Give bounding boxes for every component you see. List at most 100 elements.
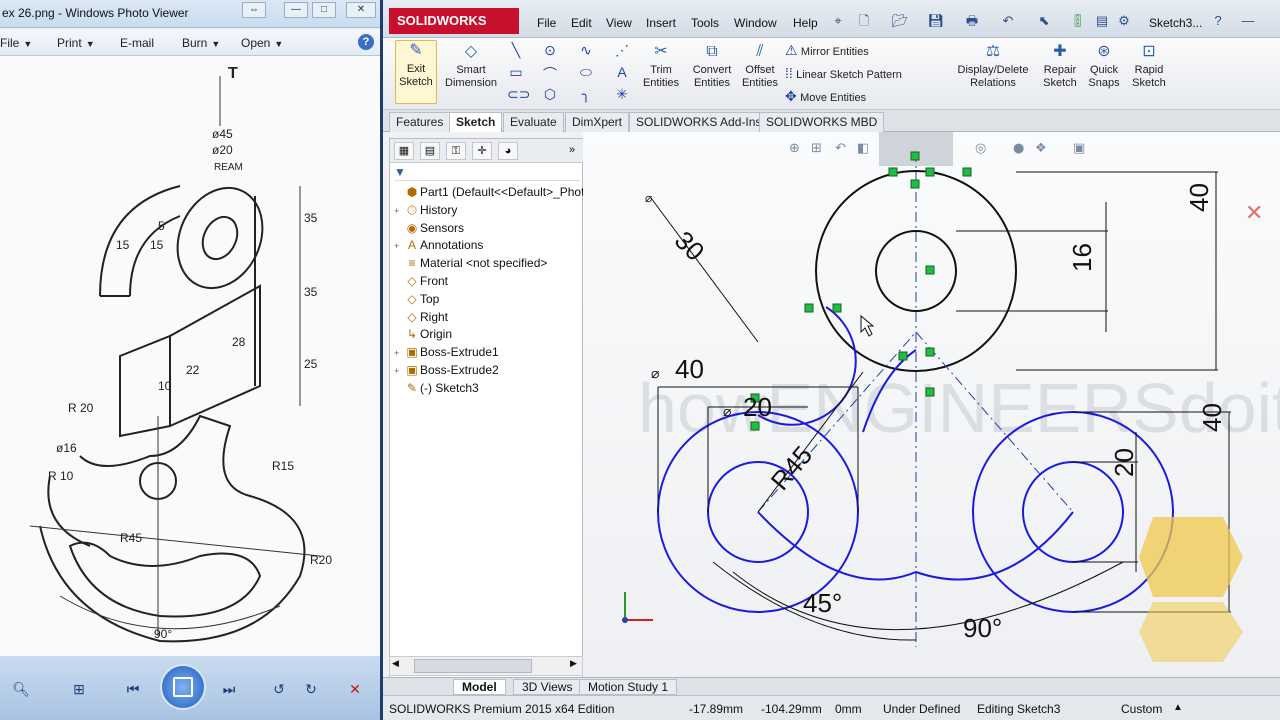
expand-icon[interactable]: +	[394, 348, 404, 358]
tree-item[interactable]: ◉ Sensors	[394, 221, 464, 239]
relation-marker[interactable]	[925, 347, 935, 357]
tab-motion-study[interactable]: Motion Study 1	[579, 679, 678, 695]
options-icon[interactable]: ⚙	[1115, 12, 1133, 30]
circle-icon[interactable]: ⊙	[541, 42, 559, 59]
tab-sketch[interactable]: Sketch	[449, 112, 503, 132]
previous-icon[interactable]: ⏮	[120, 676, 146, 702]
pin-icon[interactable]: ⌖	[829, 12, 847, 30]
slot-icon[interactable]: ⊂⊃	[507, 86, 530, 103]
maximize-button[interactable]: □	[312, 2, 336, 18]
tab-evaluate[interactable]: Evaluate	[503, 112, 564, 132]
graphics-area[interactable]: howENGINEERSdoit! ⊕ ⊞ ↶ ◧ ◎ ● ❖ ▣ ⌀ 30 ⌀…	[583, 132, 1280, 677]
appearance-icon[interactable]: ●	[1013, 141, 1024, 156]
tab-mbd[interactable]: SOLIDWORKS MBD	[759, 112, 885, 132]
dimension-phi40-top[interactable]: 40	[1184, 183, 1214, 212]
sketch-canvas[interactable]: howENGINEERSdoit! ⊕ ⊞ ↶ ◧ ◎ ● ❖ ▣ ⌀ 30 ⌀…	[583, 132, 1280, 677]
zoom-to-fit-icon[interactable]: ⊕	[789, 141, 800, 156]
menu-open[interactable]: Open ▼	[241, 36, 283, 50]
tree-item[interactable]: + 🕓︎ History	[394, 203, 457, 221]
relation-marker[interactable]	[910, 179, 920, 189]
expand-icon[interactable]: +	[394, 366, 404, 376]
mirror-entities-button[interactable]: ⚠ Mirror Entities	[785, 42, 869, 59]
menu-insert[interactable]: Insert	[646, 16, 676, 30]
cancel-sketch-icon[interactable]: ✕	[1245, 200, 1263, 225]
lower-connecting-arc[interactable]	[757, 511, 1074, 581]
menu-tools[interactable]: Tools	[691, 16, 719, 30]
menu-help[interactable]: Help	[793, 16, 818, 30]
expand-icon[interactable]: +	[394, 241, 404, 251]
rotate-left-icon[interactable]: ↺	[266, 676, 292, 702]
units-selector[interactable]: Custom	[1121, 702, 1162, 716]
restore-icon[interactable]: ⇔	[242, 2, 266, 18]
rotate-right-icon[interactable]: ↻	[298, 676, 324, 702]
open-icon[interactable]: 📂︎	[891, 12, 909, 30]
next-icon[interactable]: ⏭	[216, 676, 242, 702]
menu-window[interactable]: Window	[734, 16, 777, 30]
move-entities-button[interactable]: ✥ Move Entities	[785, 88, 866, 105]
dimension-90deg[interactable]: 90°	[963, 613, 1002, 643]
text-icon[interactable]: A	[613, 64, 631, 80]
dimension-phi20[interactable]: 20	[743, 392, 772, 422]
dimension-phi40[interactable]: 40	[675, 354, 704, 384]
tree-item[interactable]: ≡ Material <not specified>	[394, 256, 547, 274]
line-icon[interactable]: ╲	[507, 42, 525, 59]
dimxpert-icon[interactable]: ✛	[472, 142, 492, 160]
minimize-button[interactable]: —	[284, 2, 308, 18]
undo-icon[interactable]: ↶	[999, 12, 1017, 30]
menu-file[interactable]: File ▼	[0, 36, 32, 50]
scroll-right-icon[interactable]: ▶	[570, 658, 577, 669]
dimension-45deg[interactable]: 45°	[803, 588, 842, 618]
tree-item[interactable]: ⬢ Part1 (Default<<Default>_Photo	[394, 185, 591, 203]
scroll-left-icon[interactable]: ◀	[392, 658, 399, 669]
repair-sketch-button[interactable]: ✚ Repair Sketch	[1037, 42, 1083, 90]
configuration-icon[interactable]: ⚿	[446, 142, 466, 160]
zoom-icon[interactable]: 🔍︎	[8, 676, 34, 702]
point-icon[interactable]: ✳	[613, 86, 631, 103]
close-button[interactable]: ✕	[346, 2, 376, 18]
ellipse-icon[interactable]: ⬭	[577, 64, 595, 81]
property-manager-icon[interactable]: ▤	[420, 142, 440, 160]
tab-addins[interactable]: SOLIDWORKS Add-Ins	[629, 112, 769, 132]
view-settings-icon[interactable]: ▣	[1073, 141, 1085, 156]
menu-burn[interactable]: Burn ▼	[182, 36, 220, 50]
display-manager-icon[interactable]: ◕	[498, 142, 518, 160]
tree-item[interactable]: ✎ (-) Sketch3	[394, 381, 479, 399]
dimension-phi20-right[interactable]: 20	[1109, 448, 1139, 477]
tree-item[interactable]: ◇ Right	[394, 310, 448, 328]
relation-marker[interactable]	[898, 351, 908, 361]
relation-marker[interactable]	[888, 167, 898, 177]
menu-edit[interactable]: Edit	[571, 16, 592, 30]
menu-print[interactable]: Print ▼	[57, 36, 95, 50]
quick-snaps-button[interactable]: ⊛ Quick Snaps	[1085, 42, 1123, 90]
filter-bar[interactable]: ▼	[394, 165, 580, 181]
dimension-phi30[interactable]: 30	[669, 225, 711, 267]
slideshow-button[interactable]	[160, 664, 206, 710]
dimension-phi16[interactable]: 16	[1067, 243, 1097, 272]
tree-item[interactable]: ◇ Front	[394, 274, 448, 292]
rectangle-icon[interactable]: ▭	[507, 64, 525, 81]
tab-dimxpert[interactable]: DimXpert	[565, 112, 630, 132]
trim-entities-button[interactable]: ✂ Trim Entities	[637, 42, 685, 90]
polygon-icon[interactable]: ⬡	[541, 86, 559, 103]
tree-item[interactable]: + ▣ Boss-Extrude1	[394, 345, 499, 363]
relation-marker[interactable]	[910, 151, 920, 161]
relation-marker[interactable]	[804, 303, 814, 313]
tree-item[interactable]: + A Annotations	[394, 238, 483, 256]
rapid-sketch-button[interactable]: ⊡ Rapid Sketch	[1127, 42, 1171, 90]
print-icon[interactable]: 🖶	[963, 12, 981, 30]
minimize-icon[interactable]: —	[1239, 12, 1257, 30]
new-document-icon[interactable]: 🗋	[855, 12, 873, 30]
tab-features[interactable]: Features	[389, 112, 451, 132]
linear-pattern-button[interactable]: ⁞⁞ Linear Sketch Pattern	[785, 65, 902, 81]
arc-icon[interactable]: ⌒	[541, 64, 559, 84]
save-icon[interactable]: 💾︎	[927, 12, 945, 30]
exit-sketch-button[interactable]: ✎ Exit Sketch	[395, 40, 437, 104]
tab-3d-views[interactable]: 3D Views	[513, 679, 582, 695]
tab-model[interactable]: Model	[453, 679, 506, 695]
actual-size-icon[interactable]: ⊞	[66, 676, 92, 702]
display-delete-relations-button[interactable]: ⚖ Display/Delete Relations	[955, 42, 1031, 90]
section-view-icon[interactable]: ◧	[857, 141, 869, 156]
select-icon[interactable]: ⬉	[1035, 12, 1053, 30]
relation-marker[interactable]	[962, 167, 972, 177]
dimension-phi40-right[interactable]: 40	[1197, 403, 1227, 432]
